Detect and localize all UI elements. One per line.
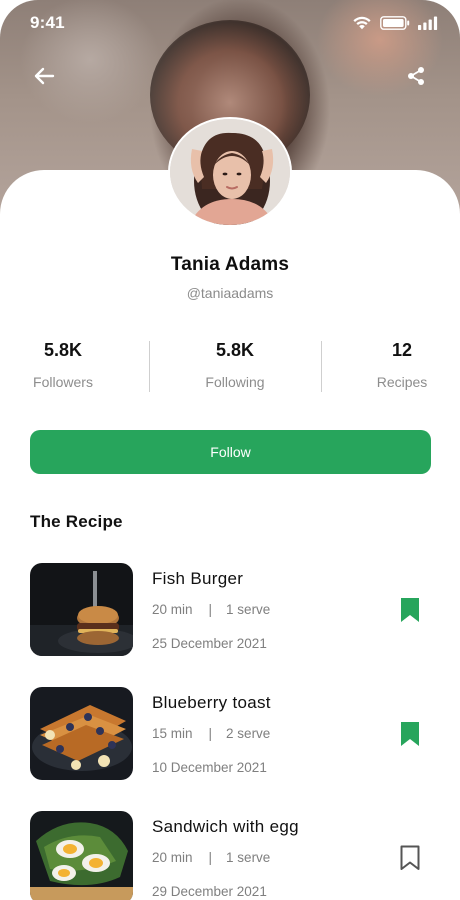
stat-followers[interactable]: 5.8K Followers (0, 340, 133, 390)
status-bar: 9:41 (0, 0, 460, 46)
recipe-item[interactable]: Fish Burger 20 min | 1 serve 25 December… (30, 563, 430, 657)
stats-divider (321, 341, 322, 392)
stat-value: 12 (391, 340, 413, 360)
stat-label: Recipes (376, 374, 428, 390)
recipe-title: Sandwich with egg (152, 817, 299, 836)
meta-separator: | (208, 850, 213, 865)
signal-icon (418, 16, 438, 30)
recipe-serves: 1 serve (226, 850, 271, 865)
battery-icon (380, 16, 410, 30)
recipe-meta: 15 min | 2 serve (152, 726, 270, 741)
status-icons (352, 16, 438, 30)
bookmark-button[interactable] (399, 721, 421, 747)
sandwich-image (30, 811, 133, 900)
burger-image (30, 563, 133, 656)
status-time: 9:41 (30, 13, 65, 32)
recipe-date: 10 December 2021 (152, 760, 267, 775)
stat-value: 5.8K (215, 340, 255, 360)
bookmark-filled-icon (401, 722, 419, 746)
avatar-photo (170, 119, 290, 225)
recipe-serves: 1 serve (226, 602, 271, 617)
avatar[interactable] (168, 117, 292, 227)
section-title: The Recipe (30, 512, 123, 531)
follow-button[interactable]: Follow (30, 430, 431, 474)
stat-label: Following (205, 374, 265, 390)
bookmark-filled-icon (401, 598, 419, 622)
recipe-serves: 2 serve (226, 726, 271, 741)
bookmark-button[interactable] (399, 597, 421, 623)
wifi-icon (353, 16, 371, 30)
recipe-thumbnail (30, 563, 133, 656)
profile-screen: 9:41 Tania Adams @taniaadams 5.8K Follow… (0, 0, 460, 900)
profile-handle: @taniaadams (186, 285, 274, 301)
recipe-item[interactable]: Blueberry toast 15 min | 2 serve 10 Dece… (30, 687, 430, 781)
recipe-time: 20 min (152, 602, 193, 617)
meta-separator: | (208, 602, 213, 617)
share-button[interactable] (402, 62, 430, 90)
profile-name: Tania Adams (170, 254, 290, 275)
recipe-time: 15 min (152, 726, 193, 741)
stat-following[interactable]: 5.8K Following (165, 340, 305, 390)
recipe-thumbnail (30, 687, 133, 780)
recipe-meta: 20 min | 1 serve (152, 602, 270, 617)
stats-divider (149, 341, 150, 392)
recipe-time: 20 min (152, 850, 193, 865)
back-button[interactable] (30, 62, 58, 90)
stat-recipes[interactable]: 12 Recipes (332, 340, 460, 390)
bookmark-outline-icon (400, 845, 420, 870)
recipe-title: Fish Burger (152, 569, 244, 588)
toast-image (30, 687, 133, 780)
stat-value: 5.8K (43, 340, 83, 360)
recipe-item[interactable]: Sandwich with egg 20 min | 1 serve 29 De… (30, 811, 430, 900)
profile-stats: 5.8K Followers 5.8K Following 12 Recipes (0, 340, 460, 392)
recipe-thumbnail (30, 811, 133, 900)
arrow-left-icon (34, 67, 55, 85)
recipe-date: 29 December 2021 (152, 884, 267, 899)
recipe-meta: 20 min | 1 serve (152, 850, 270, 865)
content-sheet (0, 170, 460, 900)
recipe-date: 25 December 2021 (152, 636, 267, 651)
share-icon (408, 67, 424, 85)
stat-label: Followers (33, 374, 93, 390)
recipe-title: Blueberry toast (152, 693, 271, 712)
bookmark-button[interactable] (399, 845, 421, 871)
meta-separator: | (208, 726, 213, 741)
